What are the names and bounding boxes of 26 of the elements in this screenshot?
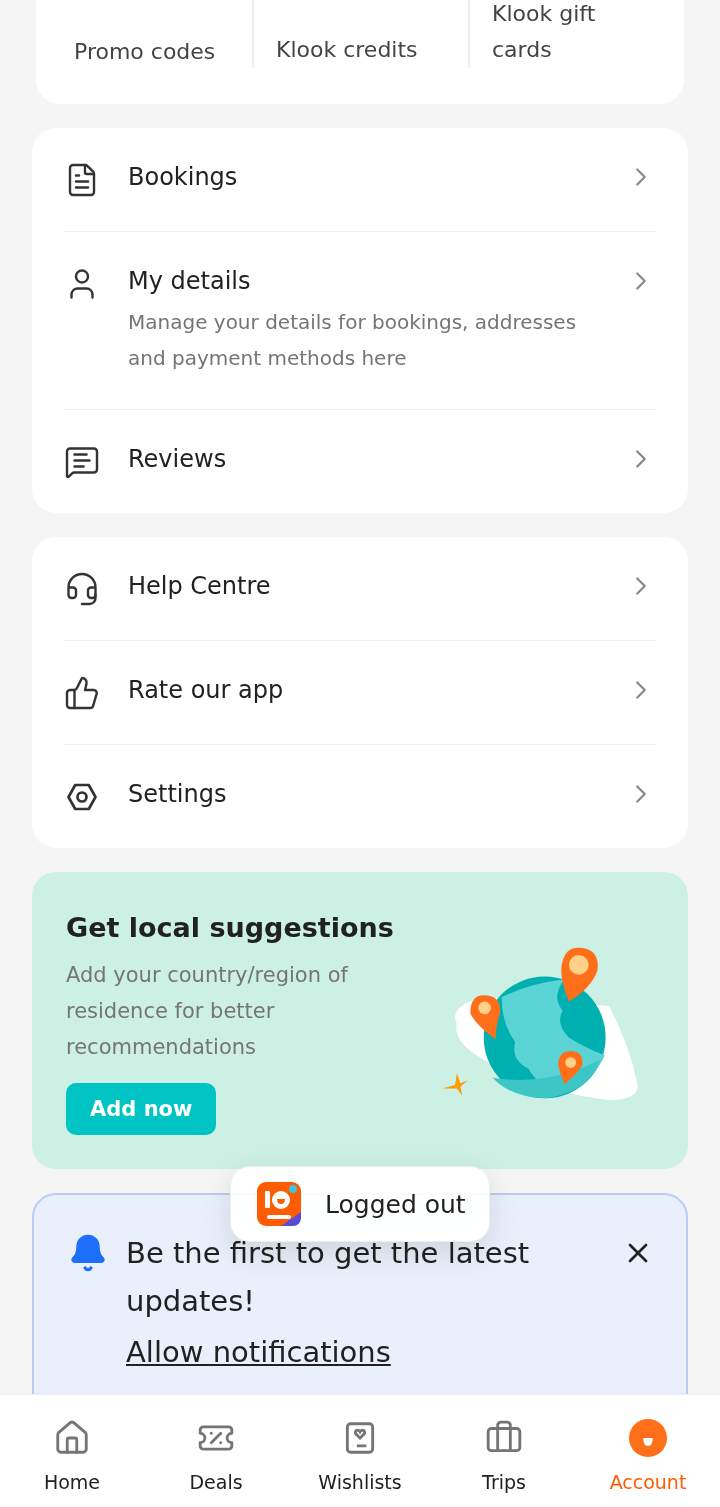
menu-item-title[interactable]: Reviews (128, 444, 598, 474)
headset-icon (64, 571, 100, 607)
menu-item-title[interactable]: My details (128, 266, 598, 296)
bell-icon (68, 1233, 108, 1273)
nav-tab[interactable]: Home (0, 1395, 144, 1507)
home-icon (53, 1419, 91, 1457)
wallet-link[interactable]: Klook credits (276, 32, 426, 68)
app-logo-icon (257, 1182, 301, 1226)
notification-message: Be the first to get the latest updates! (126, 1235, 531, 1320)
thumbs-up-icon (64, 675, 100, 711)
promo-text: Add your country/region of residence for better recommendations (66, 962, 350, 1061)
menu-item-description: Manage your details for bookings, addresses and payment methods here (128, 309, 578, 372)
nav-tab[interactable]: Deals (144, 1395, 288, 1507)
wallet-link[interactable]: Promo codes (74, 34, 224, 70)
nav-tab[interactable]: Wishlists (288, 1395, 432, 1507)
menu-item-title[interactable]: Rate our app (128, 675, 598, 705)
chat-icon (64, 444, 100, 480)
menu-item-title[interactable]: Help Centre (128, 571, 598, 601)
menu-item-title[interactable]: Bookings (128, 162, 598, 192)
toast-message: Logged out (325, 1189, 466, 1219)
promo-title: Get local suggestions (66, 912, 394, 943)
menu-item-title[interactable]: Settings (128, 779, 598, 809)
wallet-link[interactable]: Klook gift cards (492, 0, 642, 68)
account-face-icon (629, 1419, 667, 1457)
nav-tab[interactable]: Trips (432, 1395, 576, 1507)
allow-notifications-link[interactable]: Allow notifications (126, 1335, 604, 1369)
